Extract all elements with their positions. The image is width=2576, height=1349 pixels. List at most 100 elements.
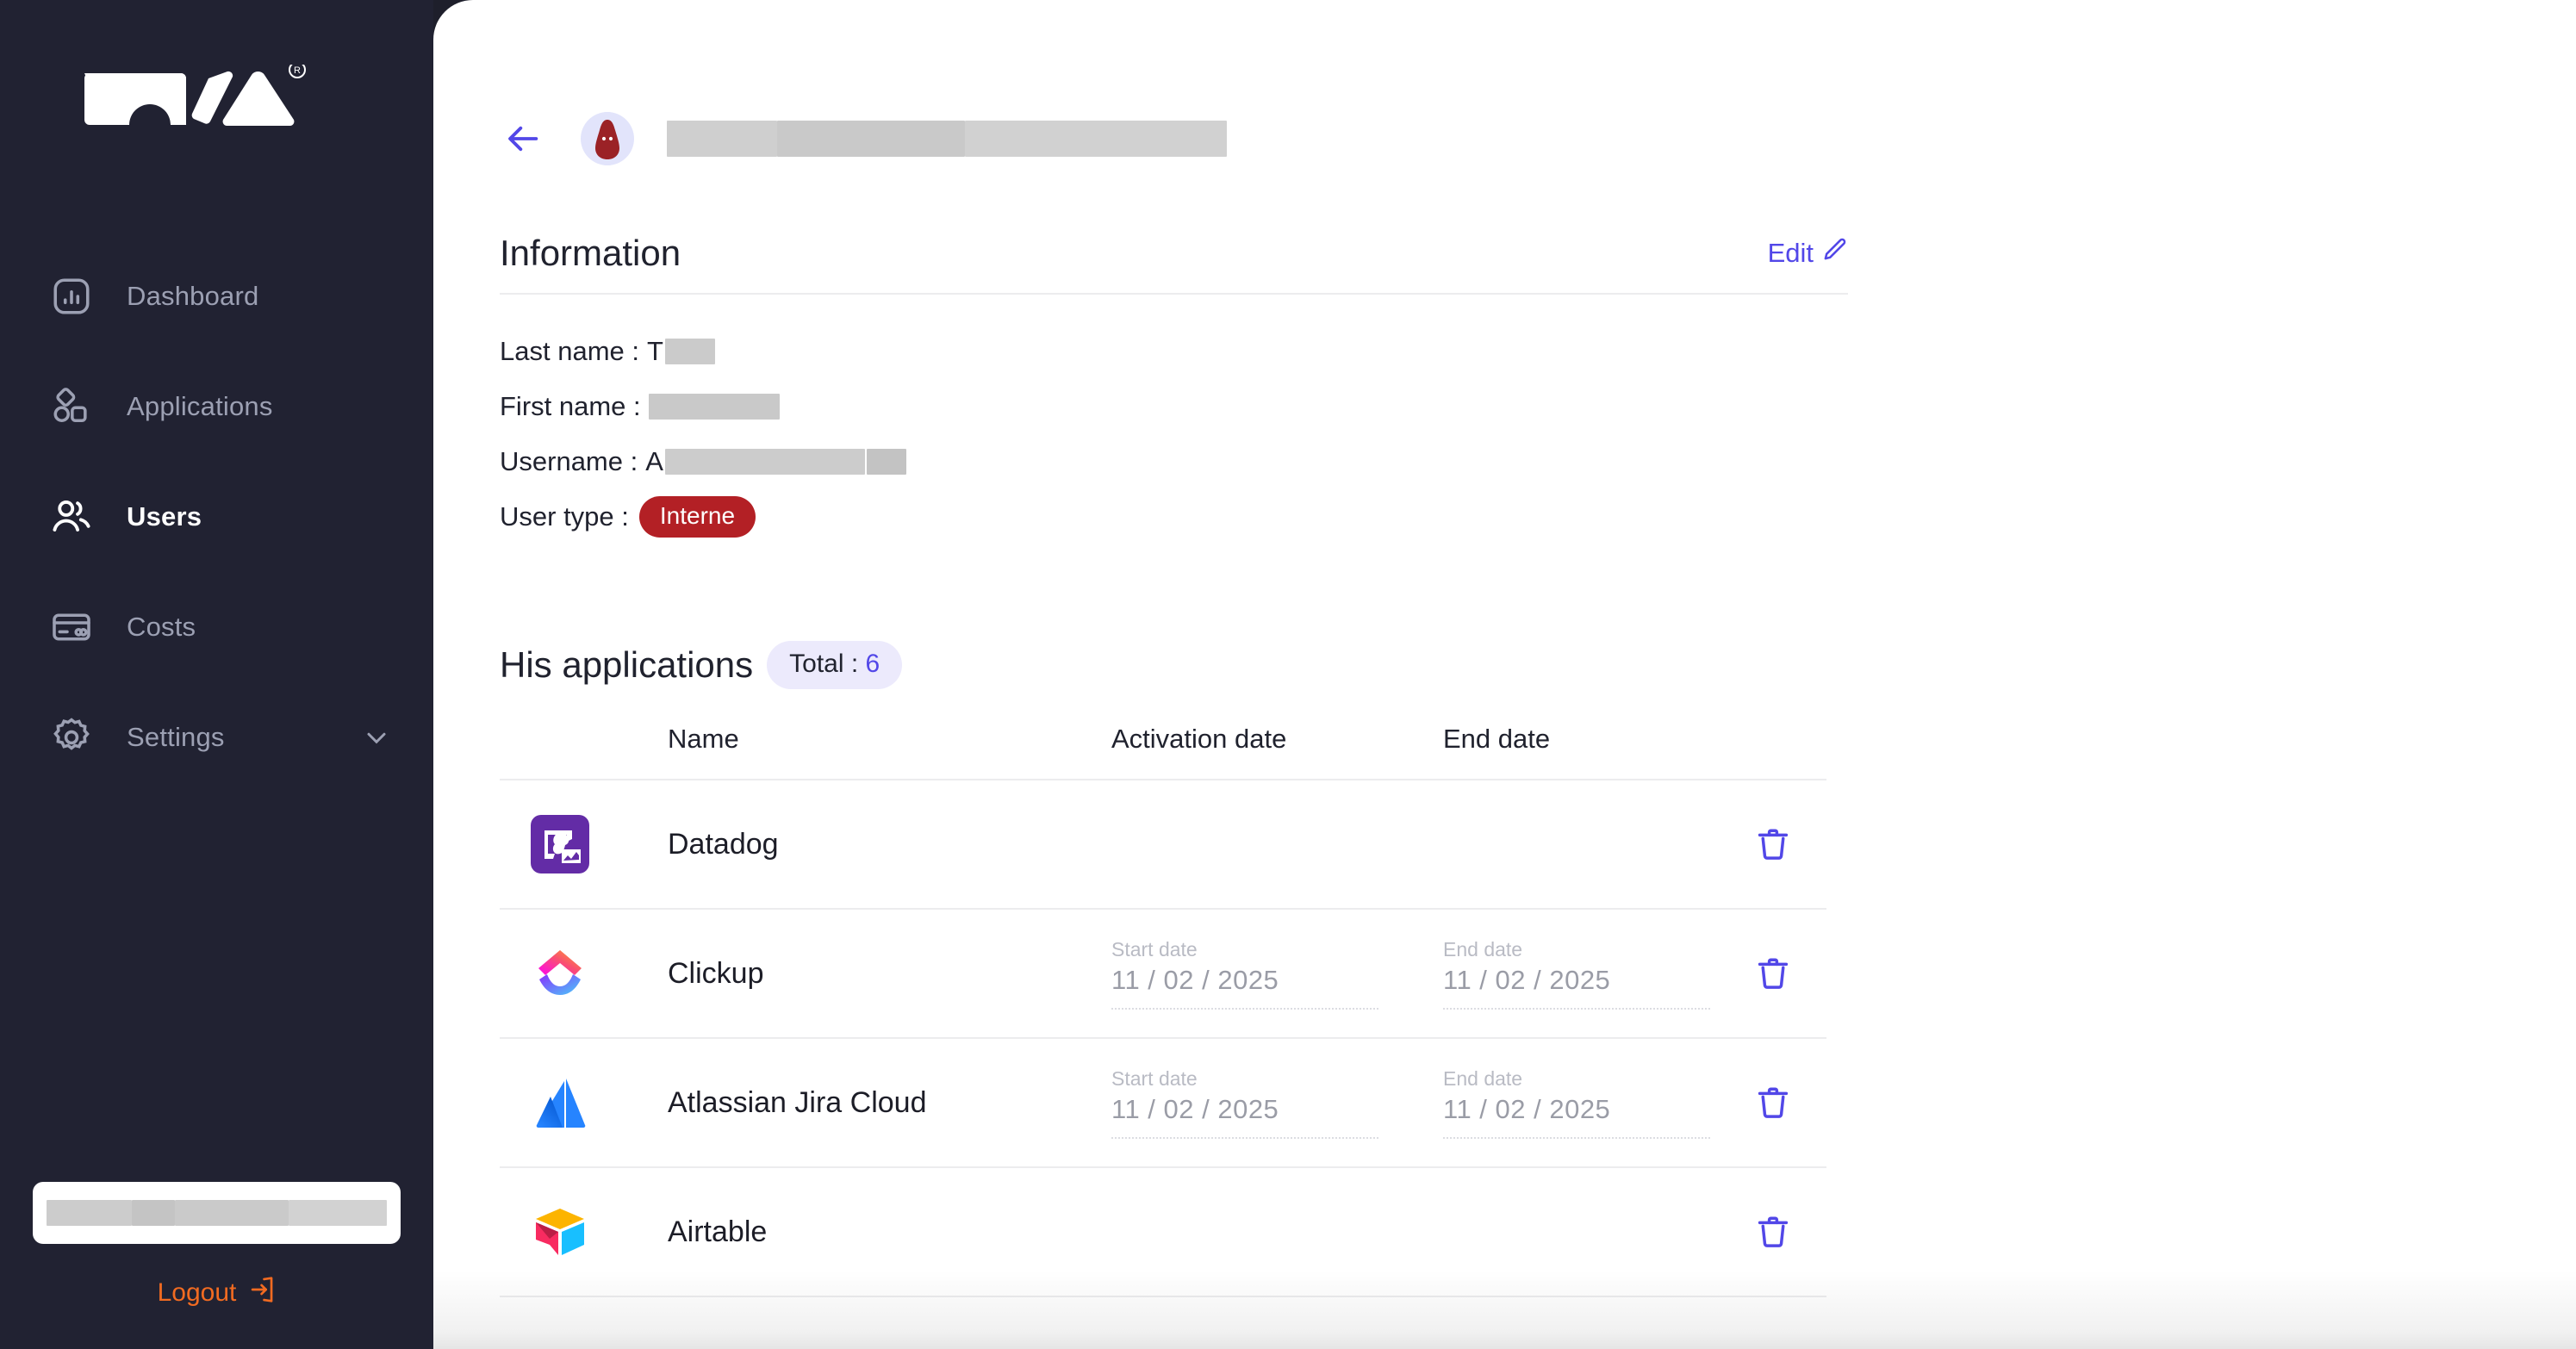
brand-logo[interactable]: R <box>0 0 433 233</box>
table-header: Name Activation date End date <box>500 724 1826 780</box>
airtable-logo <box>531 1203 589 1261</box>
applications-section-header: His applications Total : 6 <box>500 641 2576 689</box>
sidebar-item-users[interactable]: Users <box>0 462 433 572</box>
activation-date-cell: Start date 11 / 02 / 2025 <box>1111 1038 1443 1167</box>
app-logo-cell <box>500 909 668 1038</box>
app-name: Atlassian Jira Cloud <box>668 1085 927 1119</box>
sidebar: R Dashboard Applications Users Costs Set… <box>0 0 433 1349</box>
table-row[interactable]: Clickup Start date 11 / 02 / 2025 End da… <box>500 909 1826 1038</box>
sidebar-item-label: Costs <box>127 612 196 642</box>
page-header <box>433 0 2576 165</box>
end-date-label: End date <box>1443 1066 1523 1090</box>
redacted-text <box>777 121 965 157</box>
content-body: Information Edit Last name : T First nam… <box>433 233 2576 1297</box>
start-date-field[interactable]: Start date 11 / 02 / 2025 <box>1111 938 1396 1010</box>
users-icon <box>47 493 96 541</box>
chevron-down-icon[interactable] <box>361 722 392 753</box>
app-name-cell: Airtable <box>668 1167 1111 1296</box>
redacted-text <box>965 121 1227 157</box>
app-logo-cell <box>500 1167 668 1296</box>
logout-icon <box>246 1275 276 1311</box>
field-value-prefix: T <box>646 336 663 366</box>
trash-icon[interactable] <box>1749 949 1797 998</box>
sidebar-item-costs[interactable]: Costs <box>0 572 433 682</box>
app-name: Airtable <box>668 1215 768 1248</box>
total-badge: Total : 6 <box>767 641 903 689</box>
end-date-label: End date <box>1443 937 1523 960</box>
redacted-text <box>667 121 777 157</box>
app-name-cell: Atlassian Jira Cloud <box>668 1038 1111 1167</box>
field-underline <box>1111 1007 1378 1010</box>
back-arrow-icon[interactable] <box>500 115 546 162</box>
activation-date-cell: Start date 11 / 02 / 2025 <box>1111 909 1443 1038</box>
information-fields: Last name : T First name : Username : A <box>500 295 2576 544</box>
main-content: Information Edit Last name : T First nam… <box>433 0 2576 1349</box>
sidebar-user-card[interactable] <box>33 1182 401 1244</box>
end-date-cell: End date 11 / 02 / 2025 <box>1443 1038 1749 1167</box>
activation-date-cell <box>1111 780 1443 909</box>
redacted-text <box>174 1200 289 1226</box>
app-logo-cell <box>500 1038 668 1167</box>
brand-logo-icon: R <box>84 65 306 126</box>
redacted-value <box>648 394 780 420</box>
trash-icon[interactable] <box>1749 820 1797 868</box>
app-logo-cell <box>500 780 668 909</box>
app-name-cell: Datadog <box>668 780 1111 909</box>
redacted-value <box>866 449 906 475</box>
table-body: Datadog Clickup Start date 11 / 02 / 202… <box>500 780 1826 1296</box>
table-row[interactable]: Atlassian Jira Cloud Start date 11 / 02 … <box>500 1038 1826 1167</box>
atlassian-logo <box>531 1073 589 1132</box>
column-header-actions <box>1749 724 1826 780</box>
trash-icon[interactable] <box>1749 1208 1797 1256</box>
logout-button[interactable]: Logout <box>0 1275 433 1311</box>
start-date-field[interactable]: Start date 11 / 02 / 2025 <box>1111 1067 1396 1139</box>
table-row[interactable]: Airtable <box>500 1167 1826 1296</box>
total-value: 6 <box>865 650 880 678</box>
shapes-icon <box>47 382 96 431</box>
column-header-name: Name <box>668 724 739 754</box>
logout-label: Logout <box>157 1278 237 1307</box>
end-date-field[interactable]: End date 11 / 02 / 2025 <box>1443 938 1727 1010</box>
sidebar-footer: Logout <box>0 1182 433 1349</box>
trash-icon[interactable] <box>1749 1079 1797 1127</box>
start-date-value: 11 / 02 / 2025 <box>1111 1093 1279 1124</box>
applications-table: Name Activation date End date Datadog Cl… <box>500 724 1826 1297</box>
field-label: Username : <box>500 446 638 476</box>
page-title <box>667 121 1227 157</box>
pencil-icon <box>1820 236 1848 270</box>
field-label: Last name : <box>500 336 639 366</box>
sidebar-item-label: Settings <box>127 722 225 752</box>
avatar[interactable] <box>581 112 634 165</box>
info-row-username: Username : A <box>500 434 2576 489</box>
end-date-field[interactable]: End date 11 / 02 / 2025 <box>1443 1067 1727 1139</box>
chart-bar-icon <box>47 272 96 320</box>
app-root: R Dashboard Applications Users Costs Set… <box>0 0 2576 1349</box>
table-row[interactable]: Datadog <box>500 780 1826 909</box>
start-date-label: Start date <box>1111 937 1198 960</box>
end-date-cell <box>1443 1167 1749 1296</box>
edit-label: Edit <box>1767 238 1814 268</box>
start-date-label: Start date <box>1111 1066 1198 1090</box>
field-label: First name : <box>500 391 641 421</box>
sidebar-item-dashboard[interactable]: Dashboard <box>0 241 433 351</box>
field-label: User type : <box>500 501 629 532</box>
clickup-logo <box>531 944 589 1003</box>
user-avatar-ghost-icon <box>584 112 631 165</box>
redacted-text <box>288 1200 388 1226</box>
end-date-cell: End date 11 / 02 / 2025 <box>1443 909 1749 1038</box>
total-label: Total : <box>789 650 859 678</box>
sidebar-item-settings[interactable]: Settings <box>0 682 433 793</box>
end-date-cell <box>1443 780 1749 909</box>
svg-text:R: R <box>294 65 301 76</box>
status-badge: Interne <box>638 496 756 538</box>
delete-cell <box>1749 1038 1826 1167</box>
info-row-first-name: First name : <box>500 379 2576 434</box>
applications-title: His applications <box>500 644 754 685</box>
gear-icon <box>47 713 96 762</box>
sidebar-item-applications[interactable]: Applications <box>0 351 433 462</box>
sidebar-item-label: Users <box>127 501 202 532</box>
delete-cell <box>1749 909 1826 1038</box>
edit-button[interactable]: Edit <box>1768 236 1848 274</box>
column-header-logo <box>500 724 668 780</box>
start-date-value: 11 / 02 / 2025 <box>1111 964 1279 995</box>
